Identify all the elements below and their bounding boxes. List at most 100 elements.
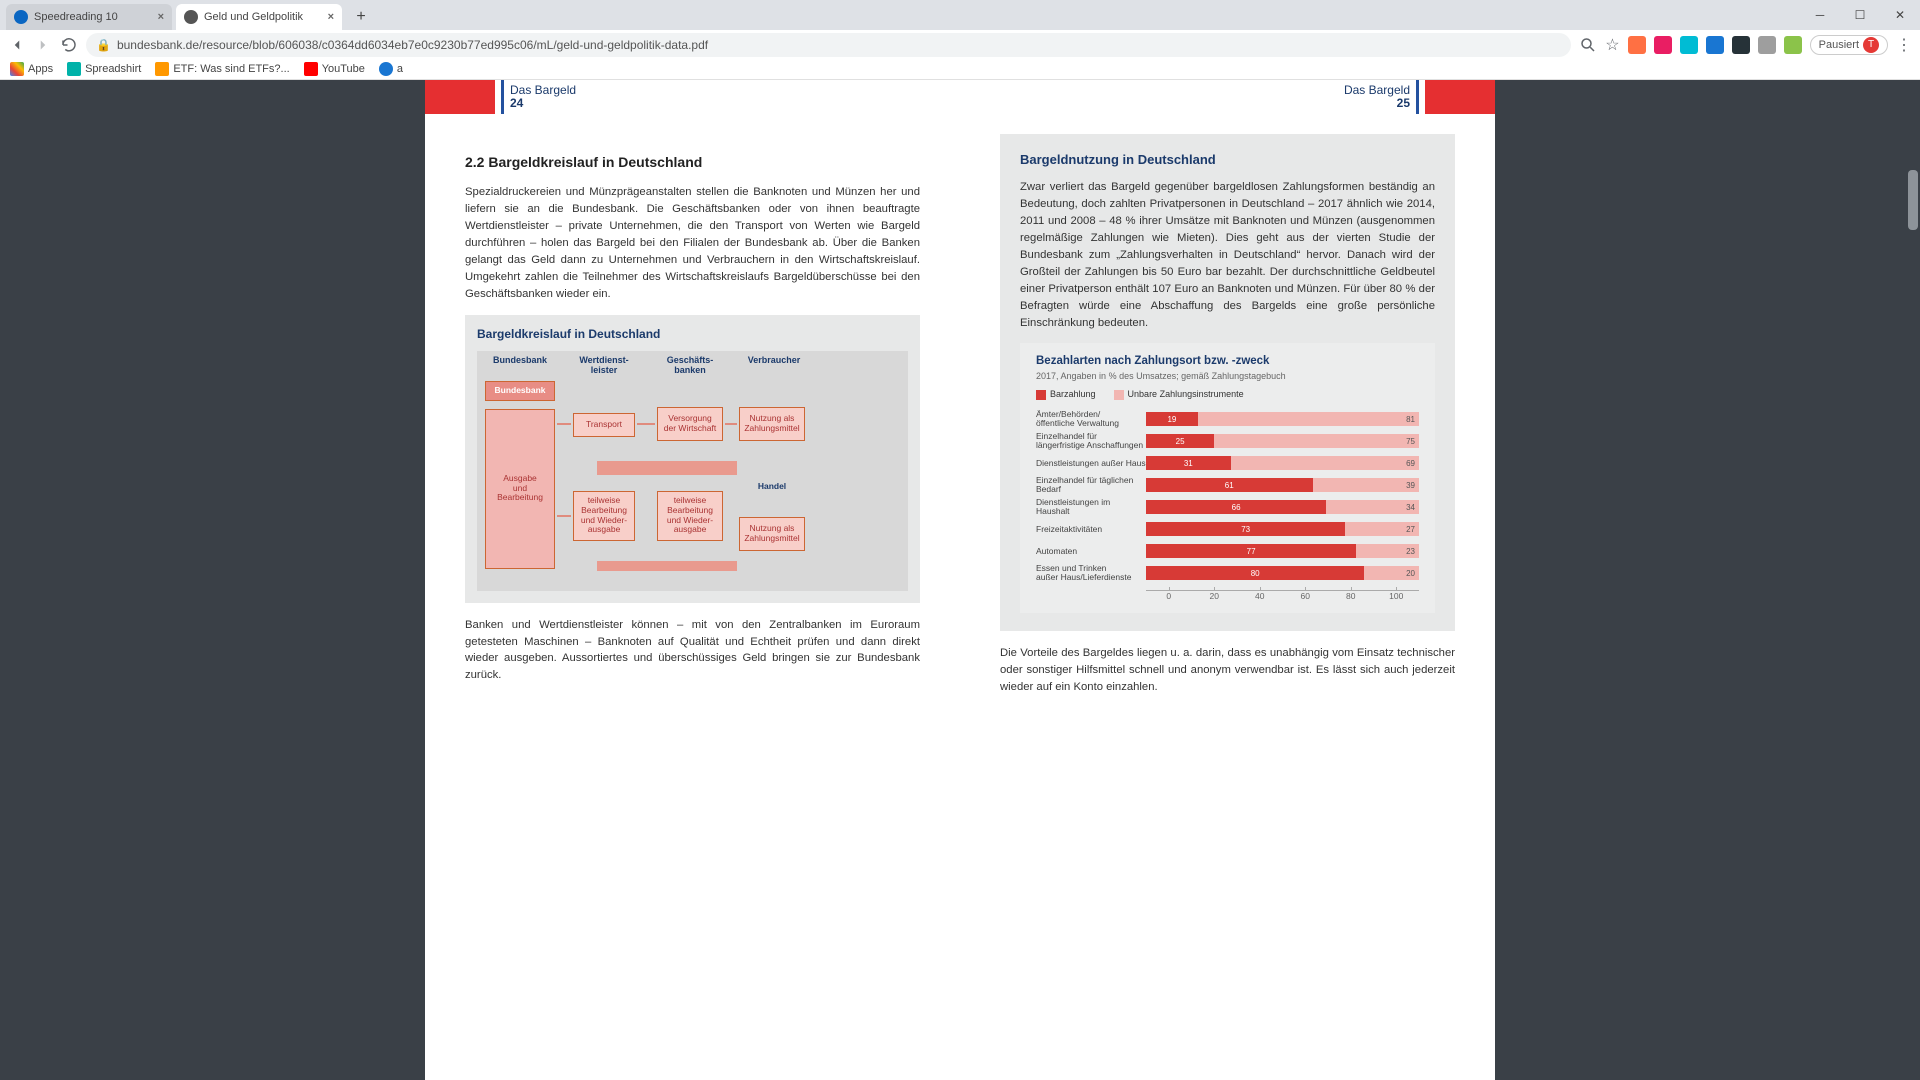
extension-icon[interactable] [1628, 36, 1646, 54]
favicon-icon [304, 62, 318, 76]
red-bar [425, 80, 495, 114]
bookmark-etf[interactable]: ETF: Was sind ETFs?... [155, 62, 289, 76]
favicon-icon [14, 10, 28, 24]
bar-noncash: 23 [1356, 544, 1419, 558]
chart-row-label: Automaten [1036, 547, 1146, 556]
bar-cash: 80 [1146, 566, 1364, 580]
apps-shortcut[interactable]: Apps [10, 62, 53, 76]
back-button[interactable] [8, 36, 26, 54]
diagram-node-teil1: teilweise Bearbeitung und Wieder- ausgab… [573, 491, 635, 541]
chart-row-bars: 1981 [1146, 412, 1419, 426]
bar-noncash: 81 [1198, 412, 1419, 426]
chart-row-label: Einzelhandel für täglichen Bedarf [1036, 476, 1146, 494]
chart-row-bars: 7327 [1146, 522, 1419, 536]
bookmark-a[interactable]: a [379, 62, 403, 76]
diagram-arrow [557, 423, 571, 425]
extension-icon[interactable] [1732, 36, 1750, 54]
diagram-node-versorgung: Versorgung der Wirtschaft [657, 407, 723, 441]
bookmark-label: Spreadshirt [85, 63, 141, 75]
chart-row-label: Einzelhandel für längerfristige Anschaff… [1036, 432, 1146, 450]
red-bar [1425, 80, 1495, 114]
chart-row-label: Dienstleistungen außer Haus [1036, 459, 1146, 468]
running-head-right: Das Bargeld 25 [1000, 80, 1495, 114]
star-icon[interactable]: ☆ [1605, 35, 1619, 55]
body-paragraph: Zwar verliert das Bargeld gegenüber barg… [1020, 179, 1435, 331]
chart-row-label: Freizeitaktivitäten [1036, 525, 1146, 534]
blue-bar [1416, 80, 1419, 114]
pdf-viewer: Das Bargeld 24 2.2 Bargeldkreislauf in D… [0, 80, 1920, 1080]
diagram-area: Bundesbank Wertdienst- leister Geschäfts… [477, 351, 908, 591]
reload-button[interactable] [60, 36, 78, 54]
close-tab-icon[interactable]: × [328, 11, 334, 23]
chart-row: Dienstleistungen außer Haus3169 [1036, 452, 1419, 474]
axis-tick: 80 [1328, 590, 1374, 601]
bar-noncash: 75 [1214, 434, 1419, 448]
favicon-icon [67, 62, 81, 76]
extension-icon[interactable] [1784, 36, 1802, 54]
bar-noncash: 20 [1364, 566, 1419, 580]
axis-tick: 60 [1283, 590, 1329, 601]
extension-icon[interactable] [1706, 36, 1724, 54]
chart-row-bars: 6634 [1146, 500, 1419, 514]
page-number: 25 [1344, 97, 1410, 110]
new-tab-button[interactable]: + [350, 6, 372, 28]
chart-row-label: Dienstleistungen im Haushalt [1036, 498, 1146, 516]
tab-title: Geld und Geldpolitik [204, 11, 322, 23]
diagram-node-ausgabe: Ausgabe und Bearbeitung [485, 409, 555, 569]
diagram-arrow [557, 515, 571, 517]
lock-icon: 🔒 [96, 38, 111, 52]
bar-cash: 25 [1146, 434, 1214, 448]
menu-icon[interactable]: ⋮ [1896, 35, 1912, 55]
diagram-col-header: Verbraucher [739, 355, 809, 365]
running-head-left: Das Bargeld 24 [425, 80, 920, 114]
chart-legend: Barzahlung Unbare Zahlungsinstrumente [1036, 389, 1419, 400]
diagram-arrow-bar [597, 561, 737, 571]
chart-row: Einzelhandel für längerfristige Anschaff… [1036, 430, 1419, 452]
diagram-node-transport: Transport [573, 413, 635, 437]
bookmark-label: ETF: Was sind ETFs?... [173, 63, 289, 75]
bar-cash: 66 [1146, 500, 1326, 514]
axis-tick: 100 [1374, 590, 1420, 601]
chart-row-label: Essen und Trinken außer Haus/Lieferdiens… [1036, 564, 1146, 582]
url-field[interactable]: 🔒 bundesbank.de/resource/blob/606038/c03… [86, 33, 1571, 57]
favicon-icon [155, 62, 169, 76]
profile-paused[interactable]: Pausiert T [1810, 35, 1888, 55]
body-paragraph: Spezialdruckereien und Münzprägeanstalte… [465, 184, 920, 303]
paused-label: Pausiert [1819, 39, 1859, 51]
bar-cash: 77 [1146, 544, 1356, 558]
chart-row-label: Ämter/Behörden/ öffentliche Verwaltung [1036, 410, 1146, 428]
avatar: T [1863, 37, 1879, 53]
page-body: Bargeldnutzung in Deutschland Zwar verli… [1000, 114, 1455, 696]
diagram-col-header: Wertdienst- leister [569, 355, 639, 375]
extension-icon[interactable] [1654, 36, 1672, 54]
chart-row-bars: 6139 [1146, 478, 1419, 492]
zoom-icon[interactable] [1579, 36, 1597, 54]
bar-cash: 19 [1146, 412, 1198, 426]
diagram-arrow-bar [597, 461, 737, 475]
diagram-node-nutzung2: Nutzung als Zahlungsmittel [739, 517, 805, 551]
close-tab-icon[interactable]: × [158, 11, 164, 23]
bookmark-label: YouTube [322, 63, 365, 75]
close-window-button[interactable]: ✕ [1880, 0, 1920, 30]
bar-noncash: 69 [1231, 456, 1419, 470]
scrollbar-thumb[interactable] [1908, 170, 1918, 230]
scrollbar[interactable] [1906, 80, 1920, 1080]
pdf-page-left: Das Bargeld 24 2.2 Bargeldkreislauf in D… [425, 80, 960, 1060]
extension-icon[interactable] [1758, 36, 1776, 54]
forward-button[interactable] [34, 36, 52, 54]
tab-geld[interactable]: Geld und Geldpolitik × [176, 4, 342, 30]
bookmark-youtube[interactable]: YouTube [304, 62, 365, 76]
tab-speedreading[interactable]: Speedreading 10 × [6, 4, 172, 30]
chart-subtitle: 2017, Angaben in % des Umsatzes; gemäß Z… [1036, 371, 1419, 381]
body-paragraph: Die Vorteile des Bargeldes liegen u. a. … [1000, 645, 1455, 696]
sidebar-box: Bargeldnutzung in Deutschland Zwar verli… [1000, 134, 1455, 631]
page-spread: Das Bargeld 24 2.2 Bargeldkreislauf in D… [425, 80, 1495, 1080]
maximize-button[interactable]: ☐ [1840, 0, 1880, 30]
chart-row: Automaten7723 [1036, 540, 1419, 562]
extension-icon[interactable] [1680, 36, 1698, 54]
diagram-node-nutzung1: Nutzung als Zahlungsmittel [739, 407, 805, 441]
bookmark-spreadshirt[interactable]: Spreadshirt [67, 62, 141, 76]
minimize-button[interactable]: ─ [1800, 0, 1840, 30]
legend-item: Barzahlung [1036, 389, 1096, 400]
diagram-box: Bargeldkreislauf in Deutschland Bundesba… [465, 315, 920, 603]
